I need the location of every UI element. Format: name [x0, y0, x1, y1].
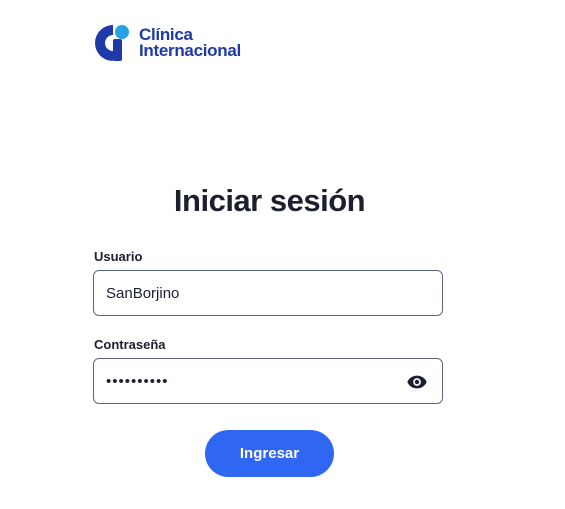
username-input[interactable]: [94, 273, 396, 313]
show-password-button[interactable]: [406, 371, 428, 393]
username-label: Usuario: [94, 249, 143, 264]
login-page: Clínica Internacional Iniciar sesión Usu…: [0, 0, 565, 509]
brand-logo: Clínica Internacional: [93, 23, 241, 63]
eye-icon: [407, 375, 427, 389]
password-input[interactable]: [94, 361, 396, 401]
login-submit-button[interactable]: Ingresar: [205, 430, 334, 477]
password-label: Contraseña: [94, 337, 166, 352]
username-field-container: [93, 270, 443, 316]
page-title: Iniciar sesión: [173, 183, 366, 218]
brand-name-line2: Internacional: [139, 41, 241, 60]
brand-name: Clínica Internacional: [139, 26, 241, 60]
password-field-container: [93, 358, 443, 404]
clinica-logo-icon: [95, 25, 129, 61]
